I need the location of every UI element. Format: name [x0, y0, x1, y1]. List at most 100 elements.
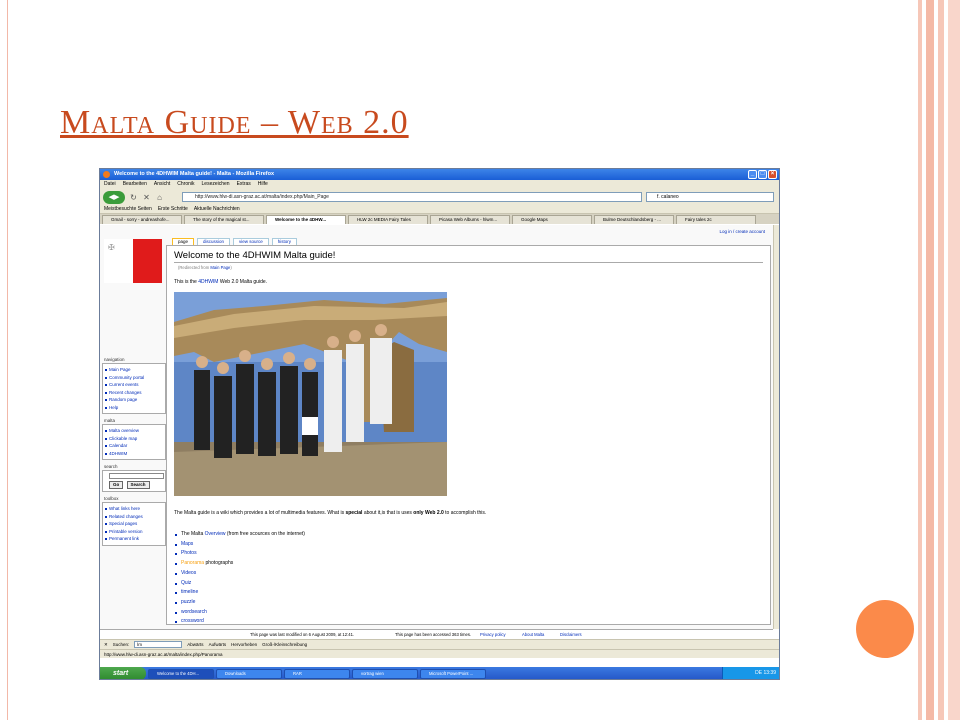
tab-discussion[interactable]: discussion — [197, 238, 231, 245]
bookmark-most-visited[interactable]: Meistbesuchte Seiten — [104, 205, 152, 213]
bookmarks-toolbar: Meistbesuchte Seiten Erste Schritte Aktu… — [100, 205, 779, 214]
nav-current-events[interactable]: Current events — [105, 381, 163, 389]
redirect-suffix: ) — [230, 265, 232, 270]
taskbar-item-powerpoint[interactable]: Microsoft PowerPoint ... — [420, 668, 486, 679]
wiki-content: Welcome to the 4DHWIM Malta guide! (Redi… — [166, 245, 771, 625]
home-icon[interactable]: ⌂ — [155, 193, 164, 202]
taskbar-item-downloads[interactable]: Downloads — [216, 668, 282, 679]
find-close-icon[interactable]: ✕ — [104, 640, 108, 649]
class-link[interactable]: 4DHWIM — [105, 450, 163, 458]
navigation-heading: navigation — [104, 357, 125, 362]
match-case-checkbox[interactable]: Groß-/Kleinschreibung — [262, 640, 307, 649]
minimize-button[interactable]: _ — [748, 170, 757, 179]
tab-google-maps[interactable]: Google Maps — [512, 215, 592, 224]
search-button[interactable]: Search — [126, 481, 150, 489]
language-indicator[interactable]: DE — [755, 670, 762, 676]
printable-version-link[interactable]: Printable version — [105, 528, 163, 536]
find-previous-button[interactable]: Aufwärts — [209, 640, 227, 649]
quiz-link[interactable]: Quiz — [174, 579, 305, 589]
highlight-button[interactable]: Hervorheben — [231, 640, 257, 649]
malta-flag-logo[interactable]: ✠ — [104, 239, 166, 283]
menu-item-datei[interactable]: Datei — [104, 180, 116, 189]
calendar-link[interactable]: Calendar — [105, 442, 163, 450]
vertical-scrollbar[interactable] — [773, 225, 779, 629]
panorama-link[interactable]: Panorama — [181, 560, 204, 566]
menu-bar: Datei Bearbeiten Ansicht Chronik Lesezei… — [100, 180, 779, 189]
tab-page[interactable]: page — [172, 238, 195, 245]
close-button[interactable]: × — [768, 170, 777, 179]
go-button[interactable]: Go — [109, 481, 124, 489]
wiki-sidebar: navigation Main Page Community portal Cu… — [102, 353, 166, 546]
url-bar[interactable]: http://www.hlw-di.asn-graz.ac.at/malta/i… — [182, 192, 642, 202]
tab-fairy-tales-media[interactable]: HLW 2c MEDIA Fairy Tales — [348, 215, 428, 224]
puzzle-link[interactable]: puzzle — [174, 598, 305, 608]
list-item-panorama: Panorama photographs — [174, 559, 305, 569]
george-cross-icon: ✠ — [108, 243, 115, 252]
nav-community-portal[interactable]: Community portal — [105, 374, 163, 382]
tab-malta-guide[interactable]: Welcome to the 4DHW... — [266, 215, 346, 224]
start-button[interactable]: start — [100, 667, 146, 679]
what-links-here-link[interactable]: What links here — [105, 505, 163, 513]
photos-link[interactable]: Photos — [174, 549, 305, 559]
nav-random-page[interactable]: Random page — [105, 396, 163, 404]
slide-stripe — [938, 0, 944, 720]
description-text: The Malta guide is a wiki which provides… — [174, 510, 486, 516]
stop-icon[interactable]: ✕ — [142, 193, 151, 202]
taskbar-item-firefox[interactable]: Welcome to the 4DH... — [148, 668, 214, 679]
timeline-link[interactable]: timeline — [174, 588, 305, 598]
slide-stripe — [918, 0, 922, 720]
clickable-map-link[interactable]: Clickable map — [105, 435, 163, 443]
menu-item-hilfe[interactable]: Hilfe — [258, 180, 268, 189]
special-pages-link[interactable]: Special pages — [105, 520, 163, 528]
reload-icon[interactable]: ↻ — [129, 193, 138, 202]
permanent-link[interactable]: Permanent link — [105, 535, 163, 543]
tab-picasa[interactable]: Picasa Web Albums - hlwm... — [430, 215, 510, 224]
page-viewport: Log in / create account ✠ page discussio… — [100, 225, 773, 629]
tab-view-source[interactable]: view source — [233, 238, 269, 245]
nav-recent-changes[interactable]: Recent changes — [105, 389, 163, 397]
firefox-icon — [103, 171, 110, 178]
search-heading: search — [104, 464, 118, 469]
related-changes-link[interactable]: Related changes — [105, 513, 163, 521]
find-input[interactable]: lm — [134, 641, 183, 648]
list-item-overview: The Malta Overview (from free scources o… — [174, 530, 305, 540]
search-bar[interactable]: f. calaneo — [646, 192, 774, 202]
bookmark-first-steps[interactable]: Erste Schritte — [158, 205, 188, 213]
back-forward-button[interactable]: ◀▶ — [103, 190, 125, 204]
clock: 13:39 — [763, 670, 776, 676]
login-link[interactable]: Log in / create account — [719, 229, 765, 234]
menu-item-lesezeichen[interactable]: Lesezeichen — [202, 180, 230, 189]
redirect-link[interactable]: Main Page — [210, 265, 230, 270]
wiki-search-input[interactable] — [109, 473, 164, 479]
slide-title[interactable]: Malta Guide – Web 2.0 — [60, 104, 409, 142]
desc-bold-special: special — [345, 510, 363, 516]
crossword-link[interactable]: crossword — [174, 617, 305, 627]
tab-story[interactable]: The story of the magical st... — [184, 215, 264, 224]
menu-item-chronik[interactable]: Chronik — [177, 180, 194, 189]
desc-pre: The Malta guide is a wiki which provides… — [174, 510, 346, 516]
malta-overview-link[interactable]: Malta overview — [105, 427, 163, 435]
tab-strip: Gmail - sorry - andreashofe... The story… — [100, 214, 779, 224]
tab-gmail[interactable]: Gmail - sorry - andreashofe... — [102, 215, 182, 224]
taskbar-item-vortrag[interactable]: vortrag wien — [352, 668, 418, 679]
tab-history[interactable]: history — [271, 238, 298, 245]
menu-item-bearbeiten[interactable]: Bearbeiten — [123, 180, 147, 189]
taskbar-item-rar[interactable]: RAR — [284, 668, 350, 679]
menu-item-ansicht[interactable]: Ansicht — [154, 180, 170, 189]
nav-main-page[interactable]: Main Page — [105, 366, 163, 374]
class-name-link[interactable]: 4DHWIM — [198, 279, 218, 285]
menu-item-extras[interactable]: Extras — [237, 180, 251, 189]
bookmark-news[interactable]: Aktuelle Nachrichten — [194, 205, 240, 213]
nav-help[interactable]: Help — [105, 404, 163, 412]
maps-link[interactable]: Maps — [174, 540, 305, 550]
tab-bulme[interactable]: Bulme Deutschlandsberg - ... — [594, 215, 674, 224]
overview-link[interactable]: Overview — [205, 531, 226, 537]
navigation-portlet: Main Page Community portal Current event… — [102, 363, 166, 414]
find-next-button[interactable]: Abwärts — [187, 640, 203, 649]
tab-fairy-tales-2c[interactable]: Fairy tales 2c — [676, 215, 756, 224]
videos-link[interactable]: Videos — [174, 569, 305, 579]
maximize-button[interactable]: □ — [758, 170, 767, 179]
wordsearch-link[interactable]: wordsearch — [174, 608, 305, 618]
find-bar: ✕ Suchen: lm Abwärts Aufwärts Hervorhebe… — [100, 639, 779, 649]
windows-taskbar: start Welcome to the 4DH... Downloads RA… — [100, 667, 779, 679]
